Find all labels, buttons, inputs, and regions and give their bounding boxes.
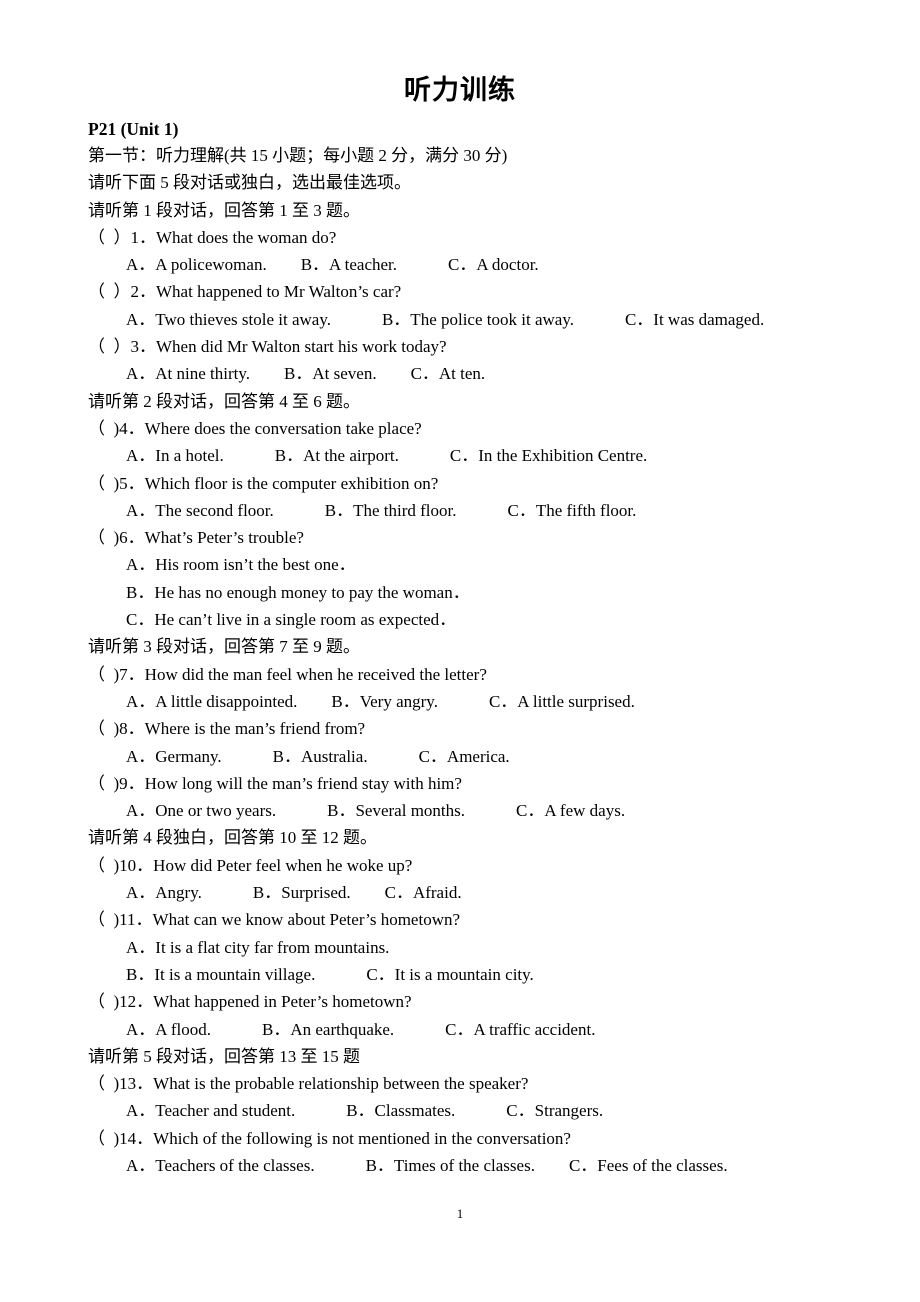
question-options[interactable]: A．Two thieves stole it away. B．The polic…: [88, 306, 832, 333]
question-stem[interactable]: （ )11．What can we know about Peter’s hom…: [88, 906, 832, 933]
page-title: 听力训练: [404, 75, 516, 105]
question-stem[interactable]: （ )9．How long will the man’s friend stay…: [88, 770, 832, 797]
section-heading: P21 (Unit 1): [88, 119, 179, 139]
question-options[interactable]: A．A policewoman. B．A teacher. C．A doctor…: [88, 251, 832, 278]
worksheet-page: 听力训练 P21 (Unit 1) 第一节：听力理解(共 15 小题；每小题 2…: [0, 0, 920, 1302]
listening-direction: 请听第 2 段对话，回答第 4 至 6 题。: [88, 391, 360, 411]
question-options[interactable]: A．Teacher and student. B．Classmates. C．S…: [88, 1097, 832, 1124]
question-options[interactable]: A．A flood. B．An earthquake. C．A traffic …: [88, 1016, 832, 1043]
question-stem[interactable]: （ )12．What happened in Peter’s hometown?: [88, 988, 832, 1015]
question-option[interactable]: B．It is a mountain village. C．It is a mo…: [88, 961, 832, 988]
question-options[interactable]: A．Germany. B．Australia. C．America.: [88, 743, 832, 770]
page-footer-number: 1: [456, 1206, 464, 1221]
question-stem[interactable]: （ ）3．When did Mr Walton start his work t…: [88, 333, 832, 360]
question-stem[interactable]: （ )4．Where does the conversation take pl…: [88, 415, 832, 442]
question-stem[interactable]: （ ）1．What does the woman do?: [88, 224, 832, 251]
intro-line-2: 请听下面 5 段对话或独白，选出最佳选项。: [88, 173, 411, 193]
question-stem[interactable]: （ ）2．What happened to Mr Walton’s car?: [88, 278, 832, 305]
question-stem[interactable]: （ )8．Where is the man’s friend from?: [88, 715, 832, 742]
question-stem[interactable]: （ )5．Which floor is the computer exhibit…: [88, 470, 832, 497]
question-options[interactable]: A．A little disappointed. B．Very angry. C…: [88, 688, 832, 715]
question-option[interactable]: A．His room isn’t the best one．: [88, 551, 832, 578]
question-stem[interactable]: （ )13．What is the probable relationship …: [88, 1070, 832, 1097]
question-option[interactable]: C．He can’t live in a single room as expe…: [88, 606, 832, 633]
question-options[interactable]: A．The second floor. B．The third floor. C…: [88, 497, 832, 524]
listening-direction: 请听第 3 段对话，回答第 7 至 9 题。: [88, 637, 360, 657]
question-option[interactable]: B．He has no enough money to pay the woma…: [88, 579, 832, 606]
question-options[interactable]: A．One or two years. B．Several months. C．…: [88, 797, 832, 824]
intro-line-1: 第一节：听力理解(共 15 小题；每小题 2 分，满分 30 分): [88, 146, 508, 165]
listening-direction: 请听第 1 段对话，回答第 1 至 3 题。: [88, 200, 360, 220]
question-options[interactable]: A．At nine thirty. B．At seven. C．At ten.: [88, 360, 832, 387]
question-options[interactable]: A．Teachers of the classes. B．Times of th…: [88, 1152, 832, 1179]
question-options[interactable]: A．Angry. B．Surprised. C．Afraid.: [88, 879, 832, 906]
listening-direction: 请听第 5 段对话，回答第 13 至 15 题: [88, 1046, 360, 1066]
question-stem[interactable]: （ )7．How did the man feel when he receiv…: [88, 661, 832, 688]
question-option[interactable]: A．It is a flat city far from mountains.: [88, 934, 832, 961]
question-stem[interactable]: （ )10．How did Peter feel when he woke up…: [88, 852, 832, 879]
question-stem[interactable]: （ )6．What’s Peter’s trouble?: [88, 524, 832, 551]
question-stem[interactable]: （ )14．Which of the following is not ment…: [88, 1125, 832, 1152]
listening-direction: 请听第 4 段独白，回答第 10 至 12 题。: [88, 828, 377, 848]
question-options[interactable]: A．In a hotel. B．At the airport. C．In the…: [88, 442, 832, 469]
document-body: 听力训练 P21 (Unit 1) 第一节：听力理解(共 15 小题；每小题 2…: [88, 72, 832, 1179]
